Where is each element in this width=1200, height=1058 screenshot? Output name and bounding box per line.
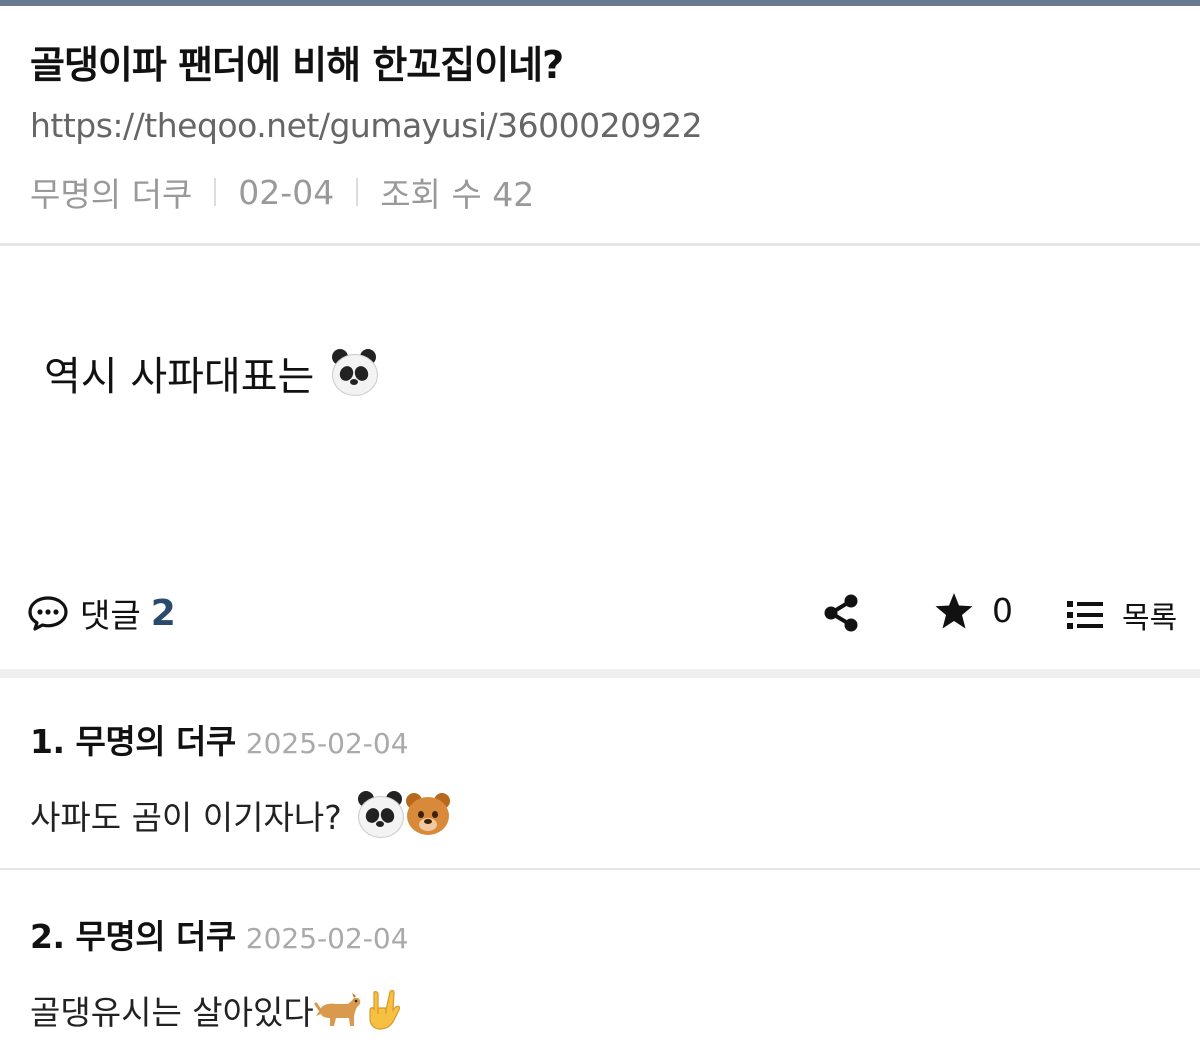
comment-text-row: 사파도 곰이 이기자나? — [30, 791, 452, 839]
comment-header: 2. 무명의 더쿠 2025-02-04 — [30, 910, 409, 958]
comment-emojis — [314, 988, 404, 1032]
star-count: 0 — [992, 591, 1013, 630]
share-button[interactable] — [822, 593, 860, 637]
post-meta: 무명의 더쿠 02-04 조회 수 42 — [30, 168, 534, 216]
comment-header: 1. 무명의 더쿠 2025-02-04 — [30, 715, 452, 763]
star-icon — [935, 592, 973, 628]
star-button[interactable]: 0 — [934, 591, 1013, 630]
list-button[interactable]: 목록 — [1066, 593, 1177, 637]
dog-emoji — [314, 993, 360, 1026]
share-icon — [824, 594, 858, 632]
comment-item: 1. 무명의 더쿠 2025-02-04 사파도 곰이 이기자나? — [30, 715, 452, 839]
post-body-text: 역시 사파대표는 — [44, 354, 315, 400]
comments-button[interactable]: 댓글 2 — [28, 589, 176, 637]
list-icon — [1067, 601, 1103, 629]
comment-text: 골댕유시는 살아있다 — [30, 993, 314, 1032]
post-date: 02-04 — [238, 172, 335, 212]
post-title: 골댕이파 팬더에 비해 한꼬집이네? — [30, 43, 564, 87]
meta-separator — [214, 178, 217, 206]
post-body: 역시 사파대표는 — [44, 344, 379, 402]
comment-divider — [0, 868, 1200, 870]
bear-emoji — [404, 791, 452, 839]
comment-item: 2. 무명의 더쿠 2025-02-04 골댕유시는 살아있다 — [30, 910, 409, 1034]
post-url[interactable]: https://theqoo.net/gumayusi/3600020922 — [30, 106, 703, 145]
list-label: 목록 — [1122, 601, 1178, 636]
meta-separator — [356, 178, 359, 206]
header-divider — [0, 243, 1200, 246]
comments-label: 댓글 — [80, 596, 141, 635]
comments-count: 2 — [150, 592, 176, 634]
rock-hand-emoji — [369, 990, 400, 1030]
comment-text-row: 골댕유시는 살아있다 — [30, 986, 409, 1034]
comment-text: 사파도 곰이 이기자나? — [30, 798, 342, 837]
post-views: 조회 수 42 — [380, 175, 535, 214]
comments-divider — [0, 669, 1200, 678]
post-action-bar: 댓글 2 0 목록 — [0, 585, 1200, 641]
panda-emoji — [330, 349, 379, 397]
comment-author: 1. 무명의 더쿠 — [30, 722, 236, 761]
panda-emoji — [356, 791, 404, 839]
comment-date: 2025-02-04 — [245, 727, 409, 760]
comment-date: 2025-02-04 — [245, 922, 409, 955]
comment-emojis — [352, 791, 452, 839]
post-author: 무명의 더쿠 — [30, 175, 193, 214]
top-accent-bar — [0, 0, 1200, 6]
comment-bubble-icon — [28, 596, 68, 631]
comment-author: 2. 무명의 더쿠 — [30, 917, 236, 956]
